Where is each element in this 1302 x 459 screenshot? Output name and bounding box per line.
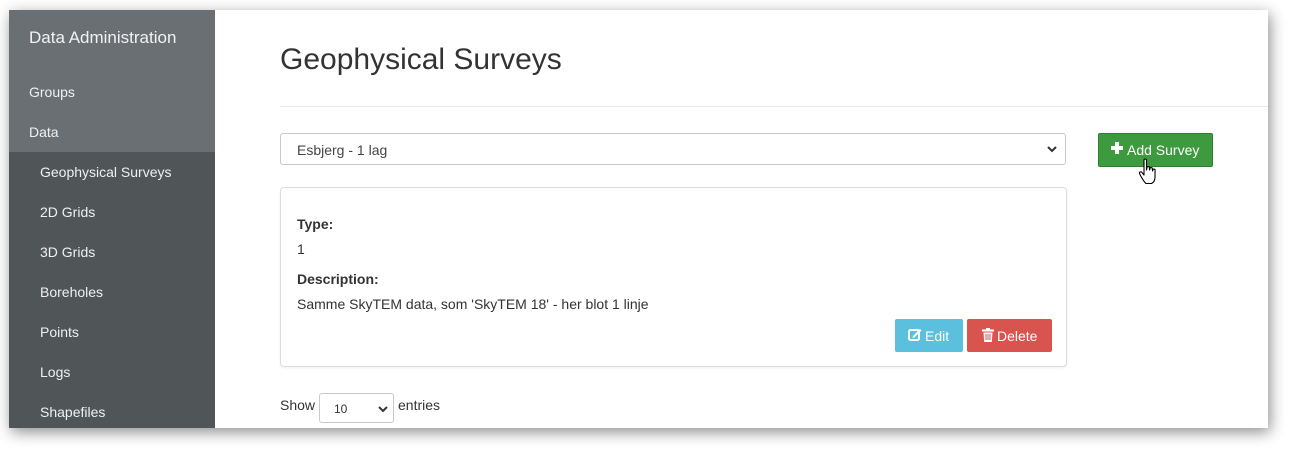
edit-label: Edit <box>925 328 950 344</box>
show-label: Show <box>280 397 316 413</box>
sidebar: Data Administration Groups Data Geophysi… <box>9 10 215 428</box>
edit-icon <box>908 329 922 341</box>
hand-pointer-icon <box>1138 158 1156 185</box>
app-window: Data Administration Groups Data Geophysi… <box>9 10 1268 428</box>
entries-label: entries <box>398 397 441 413</box>
sidebar-item-points[interactable]: Points <box>40 324 79 340</box>
title-divider <box>280 106 1268 107</box>
chevron-down-icon <box>378 406 388 413</box>
description-value: Samme SkyTEM data, som 'SkyTEM 18' - her… <box>297 296 649 312</box>
description-label: Description: <box>297 271 379 287</box>
type-label: Type: <box>297 216 334 232</box>
chevron-down-icon <box>1047 146 1057 153</box>
entries-select[interactable]: 10 <box>319 393 394 423</box>
survey-details-card: Type: 1 Description: Samme SkyTEM data, … <box>280 187 1067 367</box>
sidebar-item-shapefiles[interactable]: Shapefiles <box>40 404 105 420</box>
add-survey-label: Add Survey <box>1127 142 1200 158</box>
survey-select[interactable]: Esbjerg - 1 lag <box>280 133 1066 165</box>
entries-select-value: 10 <box>334 402 348 416</box>
sidebar-item-groups[interactable]: Groups <box>29 84 75 100</box>
trash-icon <box>982 328 994 342</box>
main-content: Geophysical Surveys Esbjerg - 1 lag Add … <box>215 10 1268 428</box>
sidebar-item-boreholes[interactable]: Boreholes <box>40 284 103 300</box>
plus-icon <box>1111 142 1123 154</box>
sidebar-title[interactable]: Data Administration <box>29 28 176 48</box>
sidebar-item-3d-grids[interactable]: 3D Grids <box>40 244 95 260</box>
type-value: 1 <box>297 241 305 257</box>
delete-button[interactable]: Delete <box>967 319 1052 352</box>
delete-label: Delete <box>997 328 1038 344</box>
edit-button[interactable]: Edit <box>895 319 963 352</box>
sidebar-item-geophysical-surveys[interactable]: Geophysical Surveys <box>40 164 172 180</box>
survey-select-value: Esbjerg - 1 lag <box>297 142 388 158</box>
sidebar-item-data[interactable]: Data <box>29 124 59 140</box>
page-title: Geophysical Surveys <box>280 43 562 76</box>
sidebar-item-2d-grids[interactable]: 2D Grids <box>40 204 95 220</box>
sidebar-item-logs[interactable]: Logs <box>40 364 70 380</box>
